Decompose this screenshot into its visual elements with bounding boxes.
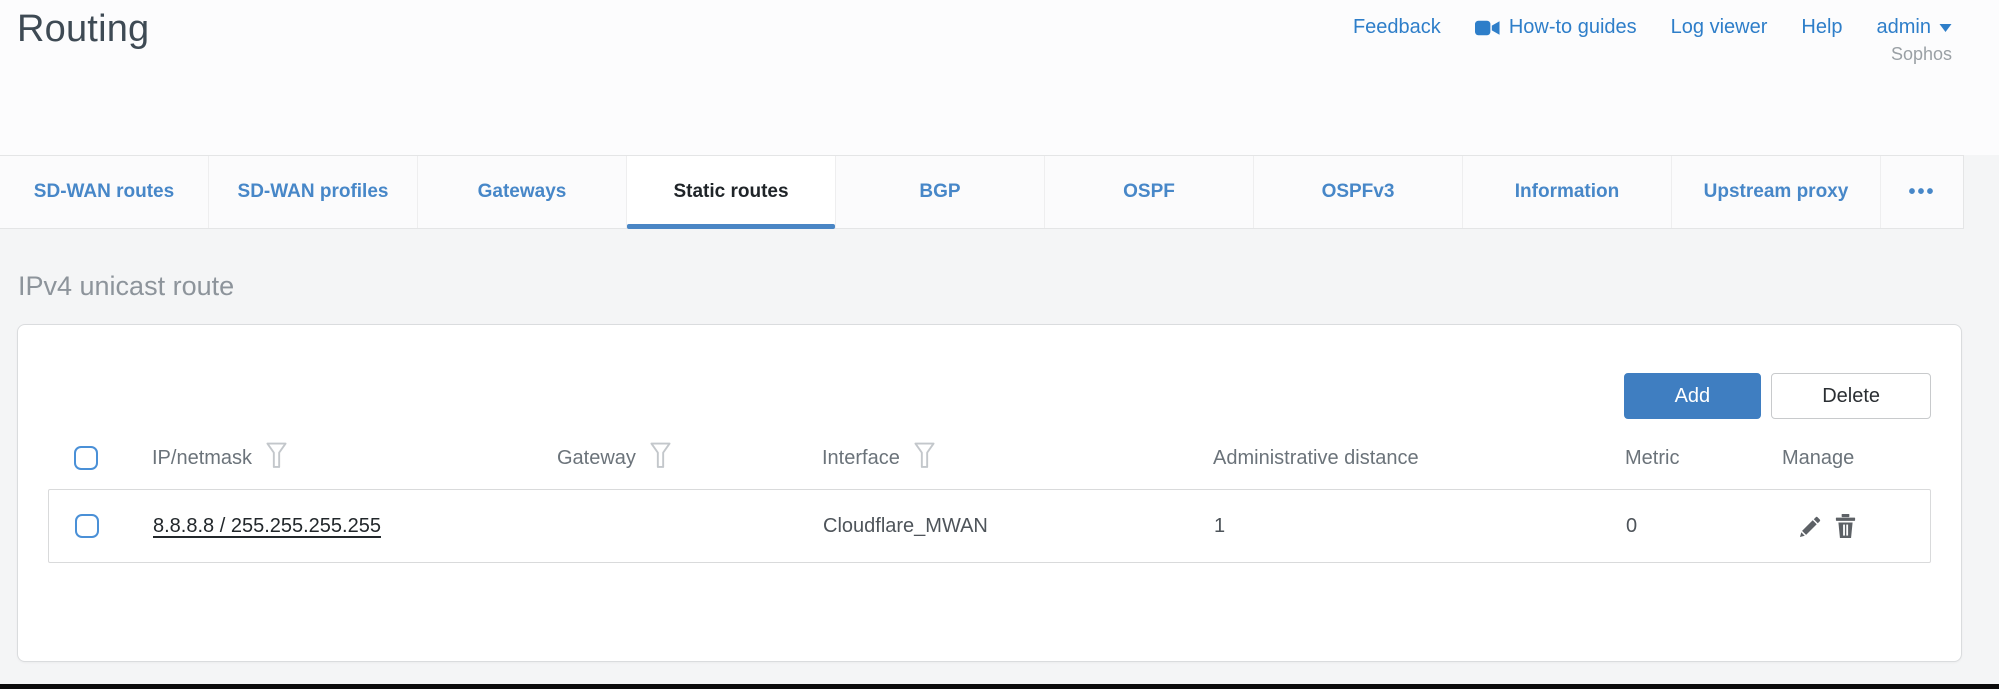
tab-static-routes[interactable]: Static routes: [627, 156, 836, 228]
row-checkbox[interactable]: [75, 514, 99, 538]
tab-upstream-proxy[interactable]: Upstream proxy: [1672, 156, 1881, 228]
column-ip-netmask: IP/netmask: [152, 442, 557, 475]
row-ip-netmask-cell: 8.8.8.8 / 255.255.255.255: [153, 515, 558, 538]
filter-icon[interactable]: [650, 442, 671, 475]
column-manage: Manage: [1782, 447, 1931, 470]
add-button[interactable]: Add: [1624, 373, 1762, 419]
row-interface-cell: Cloudflare_MWAN: [823, 515, 1214, 538]
select-all-cell: [48, 446, 152, 470]
column-admin-distance-label: Administrative distance: [1213, 447, 1419, 470]
header-right: Feedback How-to guides Log viewer Help a…: [1353, 8, 1952, 65]
top-header: Routing Feedback How-to guides Log viewe…: [0, 0, 1999, 155]
feedback-link[interactable]: Feedback: [1353, 16, 1441, 39]
tab-strip: SD-WAN routes SD-WAN profiles Gateways S…: [0, 155, 1999, 229]
row-manage-cell: [1783, 513, 1930, 539]
delete-button[interactable]: Delete: [1771, 373, 1931, 419]
filter-icon[interactable]: [266, 442, 287, 475]
select-all-checkbox[interactable]: [74, 446, 98, 470]
header-links: Feedback How-to guides Log viewer Help a…: [1353, 16, 1952, 39]
column-admin-distance: Administrative distance: [1213, 447, 1625, 470]
tab-overflow-button[interactable]: •••: [1881, 156, 1963, 228]
content: IPv4 unicast route Add Delete IP/netmask…: [0, 271, 1999, 662]
feedback-link-label: Feedback: [1353, 16, 1441, 39]
log-viewer-link-label: Log viewer: [1671, 16, 1768, 39]
tab-sd-wan-profiles[interactable]: SD-WAN profiles: [209, 156, 418, 228]
admin-menu[interactable]: admin: [1877, 16, 1952, 39]
column-gateway-label: Gateway: [557, 447, 636, 470]
row-select-cell: [49, 514, 153, 538]
admin-menu-label: admin: [1877, 16, 1931, 39]
how-to-guides-link[interactable]: How-to guides: [1475, 16, 1637, 39]
help-link-label: Help: [1801, 16, 1842, 39]
row-metric-cell: 0: [1626, 515, 1783, 538]
column-interface-label: Interface: [822, 447, 900, 470]
column-metric-label: Metric: [1625, 447, 1679, 470]
table-row: 8.8.8.8 / 255.255.255.255 Cloudflare_MWA…: [48, 489, 1931, 563]
section-title: IPv4 unicast route: [18, 271, 1962, 302]
help-link[interactable]: Help: [1801, 16, 1842, 39]
edit-button[interactable]: [1799, 515, 1822, 538]
row-admin-distance-cell: 1: [1214, 515, 1626, 538]
row-delete-button[interactable]: [1834, 513, 1857, 539]
route-link[interactable]: 8.8.8.8 / 255.255.255.255: [153, 515, 381, 537]
tab-sd-wan-routes[interactable]: SD-WAN routes: [0, 156, 209, 228]
video-camera-icon: [1475, 20, 1500, 36]
tab-information[interactable]: Information: [1463, 156, 1672, 228]
tab-ospf[interactable]: OSPF: [1045, 156, 1254, 228]
trash-icon: [1834, 513, 1857, 539]
column-manage-label: Manage: [1782, 447, 1854, 470]
tabs-group: SD-WAN routes SD-WAN profiles Gateways S…: [0, 155, 1964, 229]
tab-gateways[interactable]: Gateways: [418, 156, 627, 228]
column-ip-netmask-label: IP/netmask: [152, 447, 252, 470]
account-name: Sophos: [1891, 44, 1952, 65]
log-viewer-link[interactable]: Log viewer: [1671, 16, 1768, 39]
tab-ospfv3[interactable]: OSPFv3: [1254, 156, 1463, 228]
how-to-guides-link-label: How-to guides: [1509, 16, 1637, 39]
column-metric: Metric: [1625, 447, 1782, 470]
page-title: Routing: [17, 8, 149, 51]
caret-down-icon: [1939, 24, 1952, 32]
column-interface: Interface: [822, 442, 1213, 475]
routes-panel: Add Delete IP/netmask Gateway: [17, 324, 1962, 662]
column-gateway: Gateway: [557, 442, 822, 475]
tab-bgp[interactable]: BGP: [836, 156, 1045, 228]
bottom-edge-strip: [0, 684, 1999, 689]
toolbar: Add Delete: [48, 373, 1931, 419]
filter-icon[interactable]: [914, 442, 935, 475]
pencil-icon: [1799, 515, 1822, 538]
table-header: IP/netmask Gateway Interface: [48, 433, 1931, 483]
